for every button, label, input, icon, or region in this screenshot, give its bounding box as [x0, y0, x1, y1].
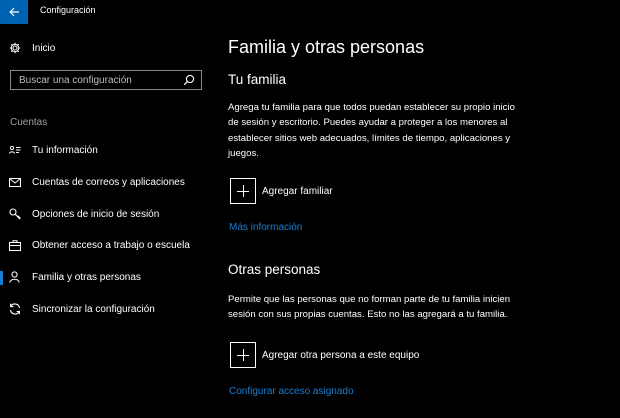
sidebar-item-label: Tu información	[32, 144, 98, 156]
page-title: Familia y otras personas	[228, 37, 425, 57]
search-input[interactable]	[11, 71, 181, 89]
search-box[interactable]	[10, 70, 202, 90]
plus-icon	[230, 342, 256, 368]
sidebar-item-label: Sincronizar la configuración	[32, 303, 155, 315]
others-description: Permite que las personas que no forman p…	[228, 294, 511, 321]
sidebar-item-sign-in-options[interactable]: Opciones de inicio de sesión	[0, 204, 208, 224]
back-button[interactable]	[0, 0, 28, 24]
more-info-link[interactable]: Más información	[229, 222, 302, 233]
others-heading: Otras personas	[228, 262, 321, 277]
sidebar-item-sync[interactable]: Sincronizar la configuración	[0, 299, 208, 319]
add-other-person-button[interactable]: Agregar otra persona a este equipo	[230, 342, 419, 368]
key-icon	[8, 208, 21, 221]
sidebar-item-work-school[interactable]: Obtener acceso a trabajo o escuela	[0, 235, 208, 255]
sidebar-item-email-accounts[interactable]: Cuentas de correos y aplicaciones	[0, 172, 208, 192]
briefcase-icon	[8, 239, 21, 252]
sidebar-item-your-info[interactable]: Tu información	[0, 140, 208, 160]
sidebar-item-label: Obtener acceso a trabajo o escuela	[32, 239, 190, 251]
search-icon[interactable]	[183, 74, 195, 86]
back-arrow-icon	[8, 7, 19, 17]
window-title: Configuración	[40, 5, 96, 15]
add-family-member-button[interactable]: Agregar familiar	[230, 178, 333, 204]
sidebar-item-label: Cuentas de correos y aplicaciones	[32, 176, 185, 188]
sidebar-home-label: Inicio	[32, 42, 56, 54]
sync-icon	[8, 303, 21, 316]
plus-icon	[230, 178, 256, 204]
assigned-access-link[interactable]: Configurar acceso asignado	[229, 386, 354, 397]
sidebar-item-label: Familia y otras personas	[32, 271, 141, 283]
add-family-member-label: Agregar familiar	[262, 185, 333, 197]
gear-icon	[8, 42, 21, 55]
section-label-accounts: Cuentas	[10, 117, 48, 128]
mail-icon	[8, 176, 21, 189]
person-icon	[8, 271, 21, 284]
title-bar: Configuración	[0, 0, 620, 24]
sidebar: Inicio Cuentas Tu información Cuentas de…	[0, 24, 208, 418]
family-description: Agrega tu familia para que todos puedan …	[228, 102, 515, 160]
add-other-person-label: Agregar otra persona a este equipo	[262, 349, 420, 361]
person-card-icon	[8, 144, 21, 157]
sidebar-item-home[interactable]: Inicio	[0, 38, 208, 58]
sidebar-item-family[interactable]: Familia y otras personas	[0, 267, 208, 287]
sidebar-item-label: Opciones de inicio de sesión	[32, 208, 160, 220]
family-heading: Tu familia	[228, 72, 287, 87]
